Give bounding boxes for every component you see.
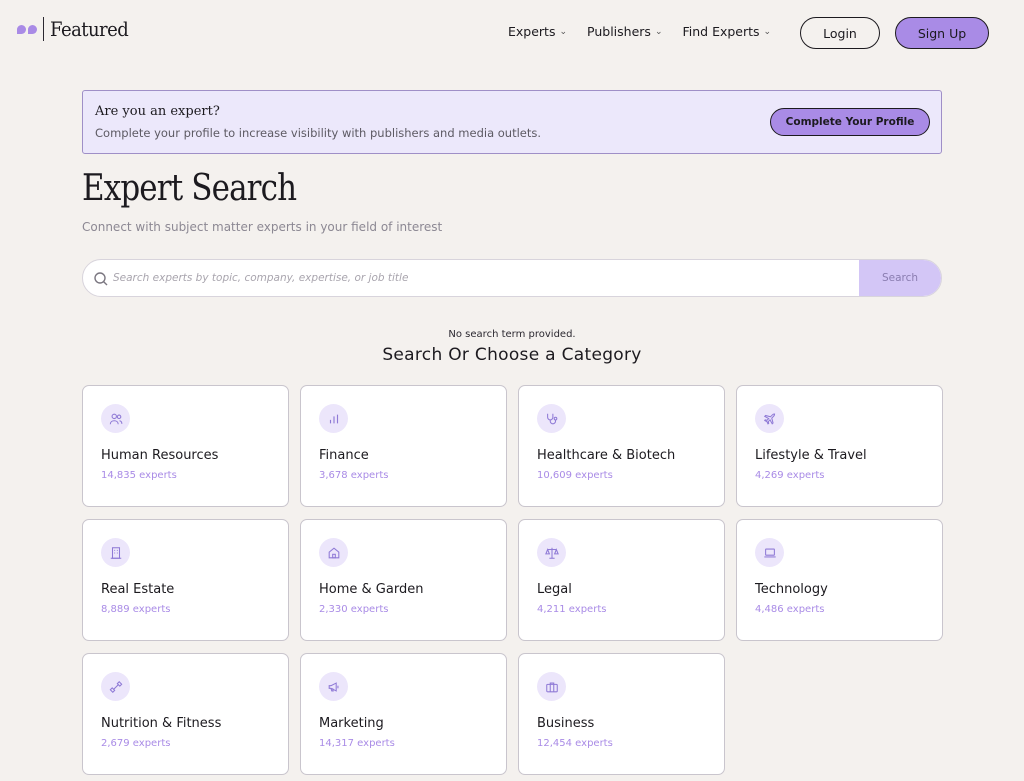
search-status-message: No search term provided. (448, 329, 576, 340)
category-count: 2,679 experts (101, 738, 171, 749)
nav-experts[interactable]: Experts ⌄ (508, 24, 567, 39)
category-count: 10,609 experts (537, 470, 613, 481)
category-name: Lifestyle & Travel (755, 448, 867, 463)
category-count: 8,889 experts (101, 604, 171, 615)
search-input[interactable] (113, 260, 853, 296)
scale-icon (537, 538, 566, 567)
nav-find-experts-label: Find Experts (682, 24, 760, 39)
dumbbell-icon (101, 672, 130, 701)
category-grid: Human Resources 14,835 experts Finance 3… (82, 385, 943, 775)
banner-subtitle: Complete your profile to increase visibi… (95, 126, 542, 140)
building-icon (101, 538, 130, 567)
users-icon (101, 404, 130, 433)
sign-up-button[interactable]: Sign Up (895, 17, 989, 49)
category-card-lifestyle-travel[interactable]: Lifestyle & Travel 4,269 experts (736, 385, 943, 507)
category-name: Healthcare & Biotech (537, 448, 676, 463)
category-name: Business (537, 716, 595, 731)
chevron-down-icon: ⌄ (559, 26, 568, 37)
home-icon (319, 538, 348, 567)
category-count: 12,454 experts (537, 738, 613, 749)
category-name: Real Estate (101, 582, 175, 597)
category-card-technology[interactable]: Technology 4,486 experts (736, 519, 943, 641)
category-count: 4,211 experts (537, 604, 607, 615)
banner-title: Are you an expert? (95, 104, 220, 119)
nav-publishers-label: Publishers (587, 24, 651, 39)
chevron-down-icon: ⌄ (654, 26, 663, 37)
category-heading: Search Or Choose a Category (382, 345, 642, 365)
category-count: 2,330 experts (319, 604, 389, 615)
top-header: Featured Experts ⌄ Publishers ⌄ Find Exp… (0, 0, 1024, 66)
search-bar: Search (82, 259, 942, 297)
category-name: Legal (537, 582, 572, 597)
complete-profile-banner: Are you an expert? Complete your profile… (82, 90, 942, 154)
category-count: 14,317 experts (319, 738, 395, 749)
category-card-human-resources[interactable]: Human Resources 14,835 experts (82, 385, 289, 507)
category-card-finance[interactable]: Finance 3,678 experts (300, 385, 507, 507)
plane-icon (755, 404, 784, 433)
nav-find-experts[interactable]: Find Experts ⌄ (682, 24, 771, 39)
nav-experts-label: Experts (508, 24, 556, 39)
logo-divider (43, 17, 44, 41)
category-name: Finance (319, 448, 369, 463)
category-card-home-garden[interactable]: Home & Garden 2,330 experts (300, 519, 507, 641)
category-name: Home & Garden (319, 582, 424, 597)
category-count: 14,835 experts (101, 470, 177, 481)
nav-publishers[interactable]: Publishers ⌄ (587, 24, 662, 39)
category-name: Human Resources (101, 448, 219, 463)
category-card-business[interactable]: Business 12,454 experts (518, 653, 725, 775)
category-card-marketing[interactable]: Marketing 14,317 experts (300, 653, 507, 775)
search-button[interactable]: Search (859, 260, 941, 296)
page-title: Expert Search (82, 168, 297, 209)
category-name: Nutrition & Fitness (101, 716, 222, 731)
stethoscope-icon (537, 404, 566, 433)
search-icon (94, 272, 108, 286)
briefcase-icon (537, 672, 566, 701)
category-name: Technology (755, 582, 828, 597)
bar-chart-icon (319, 404, 348, 433)
quote-mark-icon (17, 24, 37, 34)
category-card-nutrition-fitness[interactable]: Nutrition & Fitness 2,679 experts (82, 653, 289, 775)
logo[interactable]: Featured (17, 17, 137, 41)
laptop-icon (755, 538, 784, 567)
category-card-healthcare-biotech[interactable]: Healthcare & Biotech 10,609 experts (518, 385, 725, 507)
login-button[interactable]: Login (800, 17, 880, 49)
category-count: 4,486 experts (755, 604, 825, 615)
complete-profile-button[interactable]: Complete Your Profile (770, 108, 930, 136)
category-card-legal[interactable]: Legal 4,211 experts (518, 519, 725, 641)
logo-text: Featured (50, 17, 129, 41)
page-subtitle: Connect with subject matter experts in y… (82, 220, 443, 234)
category-count: 3,678 experts (319, 470, 389, 481)
main-nav: Experts ⌄ Publishers ⌄ Find Experts ⌄ (508, 24, 791, 39)
category-name: Marketing (319, 716, 384, 731)
category-count: 4,269 experts (755, 470, 825, 481)
category-card-real-estate[interactable]: Real Estate 8,889 experts (82, 519, 289, 641)
chevron-down-icon: ⌄ (763, 26, 772, 37)
megaphone-icon (319, 672, 348, 701)
